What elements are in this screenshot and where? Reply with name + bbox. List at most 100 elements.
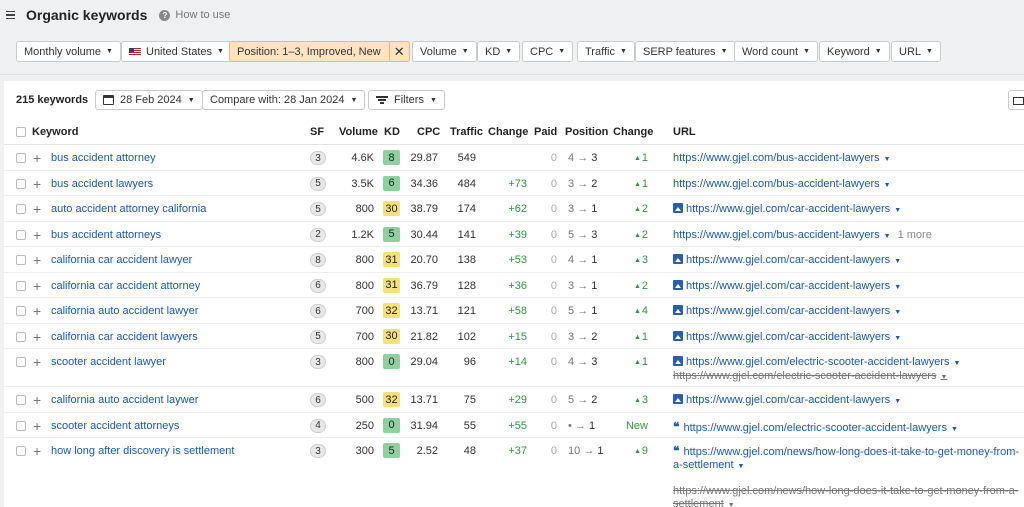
cpc-dropdown[interactable]: CPC ▼ — [522, 41, 574, 62]
chevron-down-icon[interactable]: ▼ — [884, 182, 891, 189]
keyword-link[interactable]: how long after discovery is settlement — [51, 445, 234, 457]
chevron-down-icon[interactable]: ▼ — [894, 335, 901, 342]
more-urls-link[interactable]: 1 more — [898, 229, 932, 241]
url-link[interactable]: https://www.gjel.com/car-accident-lawyer… — [673, 305, 901, 317]
sf-badge[interactable]: 3 — [310, 444, 326, 458]
monthly-volume-dropdown[interactable]: Monthly volume ▼ — [16, 41, 121, 62]
add-icon[interactable]: + — [33, 227, 41, 243]
url-link[interactable]: https://www.gjel.com/bus-accident-lawyer… — [673, 229, 932, 241]
chevron-down-icon[interactable]: ▼ — [884, 233, 891, 240]
col-position-change[interactable]: Change — [613, 126, 653, 138]
col-volume[interactable]: Volume — [339, 126, 378, 138]
sf-badge[interactable]: 5 — [310, 176, 326, 191]
add-icon[interactable]: + — [33, 329, 41, 345]
keyword-dropdown[interactable]: Keyword ▼ — [819, 41, 890, 62]
chevron-down-icon[interactable]: ▼ — [951, 426, 958, 433]
row-checkbox[interactable] — [16, 357, 26, 367]
row-checkbox[interactable] — [16, 280, 26, 291]
url-link[interactable]: https://www.gjel.com/car-accident-lawyer… — [673, 254, 901, 266]
chevron-down-icon[interactable]: ▼ — [940, 374, 947, 381]
sf-badge[interactable]: 5 — [310, 202, 326, 216]
row-checkbox[interactable] — [16, 229, 26, 240]
date-picker[interactable]: 28 Feb 2024 ▼ — [95, 90, 203, 110]
add-icon[interactable]: + — [33, 176, 41, 192]
col-position[interactable]: Position — [565, 126, 608, 138]
keyword-link[interactable]: bus accident attorneys — [51, 229, 161, 241]
chevron-down-icon[interactable]: ▼ — [728, 502, 735, 507]
row-checkbox[interactable] — [16, 306, 26, 316]
row-checkbox[interactable] — [16, 331, 26, 342]
add-icon[interactable]: + — [33, 303, 41, 319]
url-link[interactable]: https://www.gjel.com/car-accident-lawyer… — [673, 279, 901, 292]
keyword-link[interactable]: scooter accident attorneys — [51, 420, 179, 432]
filters-button[interactable]: Filters ▼ — [368, 90, 445, 110]
url-link[interactable]: https://www.gjel.com/car-accident-lawyer… — [673, 330, 901, 343]
keyword-link[interactable]: auto accident attorney california — [51, 203, 206, 215]
row-checkbox[interactable] — [16, 153, 26, 163]
sf-badge[interactable]: 2 — [310, 227, 326, 242]
col-change[interactable]: Change — [488, 126, 528, 138]
add-icon[interactable]: + — [33, 392, 41, 408]
keyword-link[interactable]: bus accident lawyers — [51, 178, 153, 190]
chevron-down-icon[interactable]: ▼ — [894, 398, 901, 405]
chevron-down-icon[interactable]: ▼ — [953, 360, 960, 367]
keyword-link[interactable]: california car accident lawyers — [51, 331, 198, 343]
col-kd[interactable]: KD — [384, 126, 400, 138]
col-url[interactable]: URL — [673, 126, 696, 138]
chevron-down-icon[interactable]: ▼ — [894, 258, 901, 265]
volume-dropdown[interactable]: Volume ▼ — [412, 41, 477, 62]
menu-icon[interactable] — [6, 10, 15, 20]
sf-badge[interactable]: 4 — [310, 418, 326, 433]
country-dropdown[interactable]: United States ▼ — [121, 41, 232, 62]
chevron-down-icon[interactable]: ▼ — [894, 284, 901, 291]
keyword-link[interactable]: scooter accident lawyer — [51, 356, 166, 368]
col-paid[interactable]: Paid — [534, 126, 557, 138]
row-checkbox[interactable] — [16, 255, 26, 265]
keyword-link[interactable]: california auto accident laywer — [51, 394, 198, 406]
sf-badge[interactable]: 6 — [310, 278, 326, 293]
url-link[interactable]: ❝ https://www.gjel.com/electric-scooter-a… — [673, 420, 958, 434]
col-sf[interactable]: SF — [310, 126, 324, 138]
chevron-down-icon[interactable]: ▼ — [894, 207, 901, 214]
traffic-dropdown[interactable]: Traffic ▼ — [577, 41, 635, 62]
serp-features-dropdown[interactable]: SERP features ▼ — [635, 41, 736, 62]
add-icon[interactable]: + — [33, 354, 41, 370]
url-link[interactable]: https://www.gjel.com/car-accident-lawyer… — [673, 203, 901, 215]
url-link[interactable]: https://www.gjel.com/electric-scooter-ac… — [673, 356, 960, 368]
add-icon[interactable]: + — [33, 418, 41, 434]
keyword-link[interactable]: california car accident lawyer — [51, 254, 192, 266]
kd-dropdown[interactable]: KD ▼ — [477, 41, 521, 62]
compare-dropdown[interactable]: Compare with: 28 Jan 2024 ▼ — [202, 90, 366, 110]
url-link[interactable]: https://www.gjel.com/car-accident-lawyer… — [673, 394, 901, 406]
url-link[interactable]: https://www.gjel.com/bus-accident-lawyer… — [673, 152, 891, 164]
row-checkbox[interactable] — [16, 178, 26, 189]
how-to-use-link[interactable]: ? How to use — [159, 9, 230, 21]
sf-badge[interactable]: 6 — [310, 304, 326, 318]
keyword-link[interactable]: bus accident attorney — [51, 152, 156, 164]
chevron-down-icon[interactable]: ▼ — [894, 309, 901, 316]
chevron-down-icon[interactable]: ▼ — [738, 463, 745, 470]
add-icon[interactable]: + — [33, 443, 41, 459]
keyword-link[interactable]: california car accident attorney — [51, 280, 200, 292]
sf-badge[interactable]: 3 — [310, 355, 326, 369]
word-count-dropdown[interactable]: Word count ▼ — [734, 41, 818, 62]
add-icon[interactable]: + — [33, 150, 41, 166]
add-icon[interactable]: + — [33, 201, 41, 217]
keyword-link[interactable]: california auto accident lawyer — [51, 305, 198, 317]
position-filter-chip[interactable]: Position: 1–3, Improved, New ✕ — [229, 41, 410, 62]
row-checkbox[interactable] — [16, 204, 26, 214]
chevron-down-icon[interactable]: ▼ — [884, 156, 891, 163]
close-icon[interactable]: ✕ — [388, 42, 409, 61]
columns-icon[interactable] — [1008, 90, 1024, 110]
add-icon[interactable]: + — [33, 278, 41, 294]
url-dropdown[interactable]: URL ▼ — [891, 41, 941, 62]
sf-badge[interactable]: 8 — [310, 253, 326, 267]
row-checkbox[interactable] — [16, 446, 26, 456]
select-all-checkbox[interactable] — [16, 127, 26, 137]
sf-badge[interactable]: 5 — [310, 329, 326, 344]
url-link[interactable]: https://www.gjel.com/bus-accident-lawyer… — [673, 178, 891, 190]
row-checkbox[interactable] — [16, 395, 26, 405]
col-cpc[interactable]: CPC — [417, 126, 440, 138]
col-keyword[interactable]: Keyword — [32, 126, 78, 138]
url-link[interactable]: ❝ https://www.gjel.com/news/how-long-does… — [673, 445, 1024, 473]
